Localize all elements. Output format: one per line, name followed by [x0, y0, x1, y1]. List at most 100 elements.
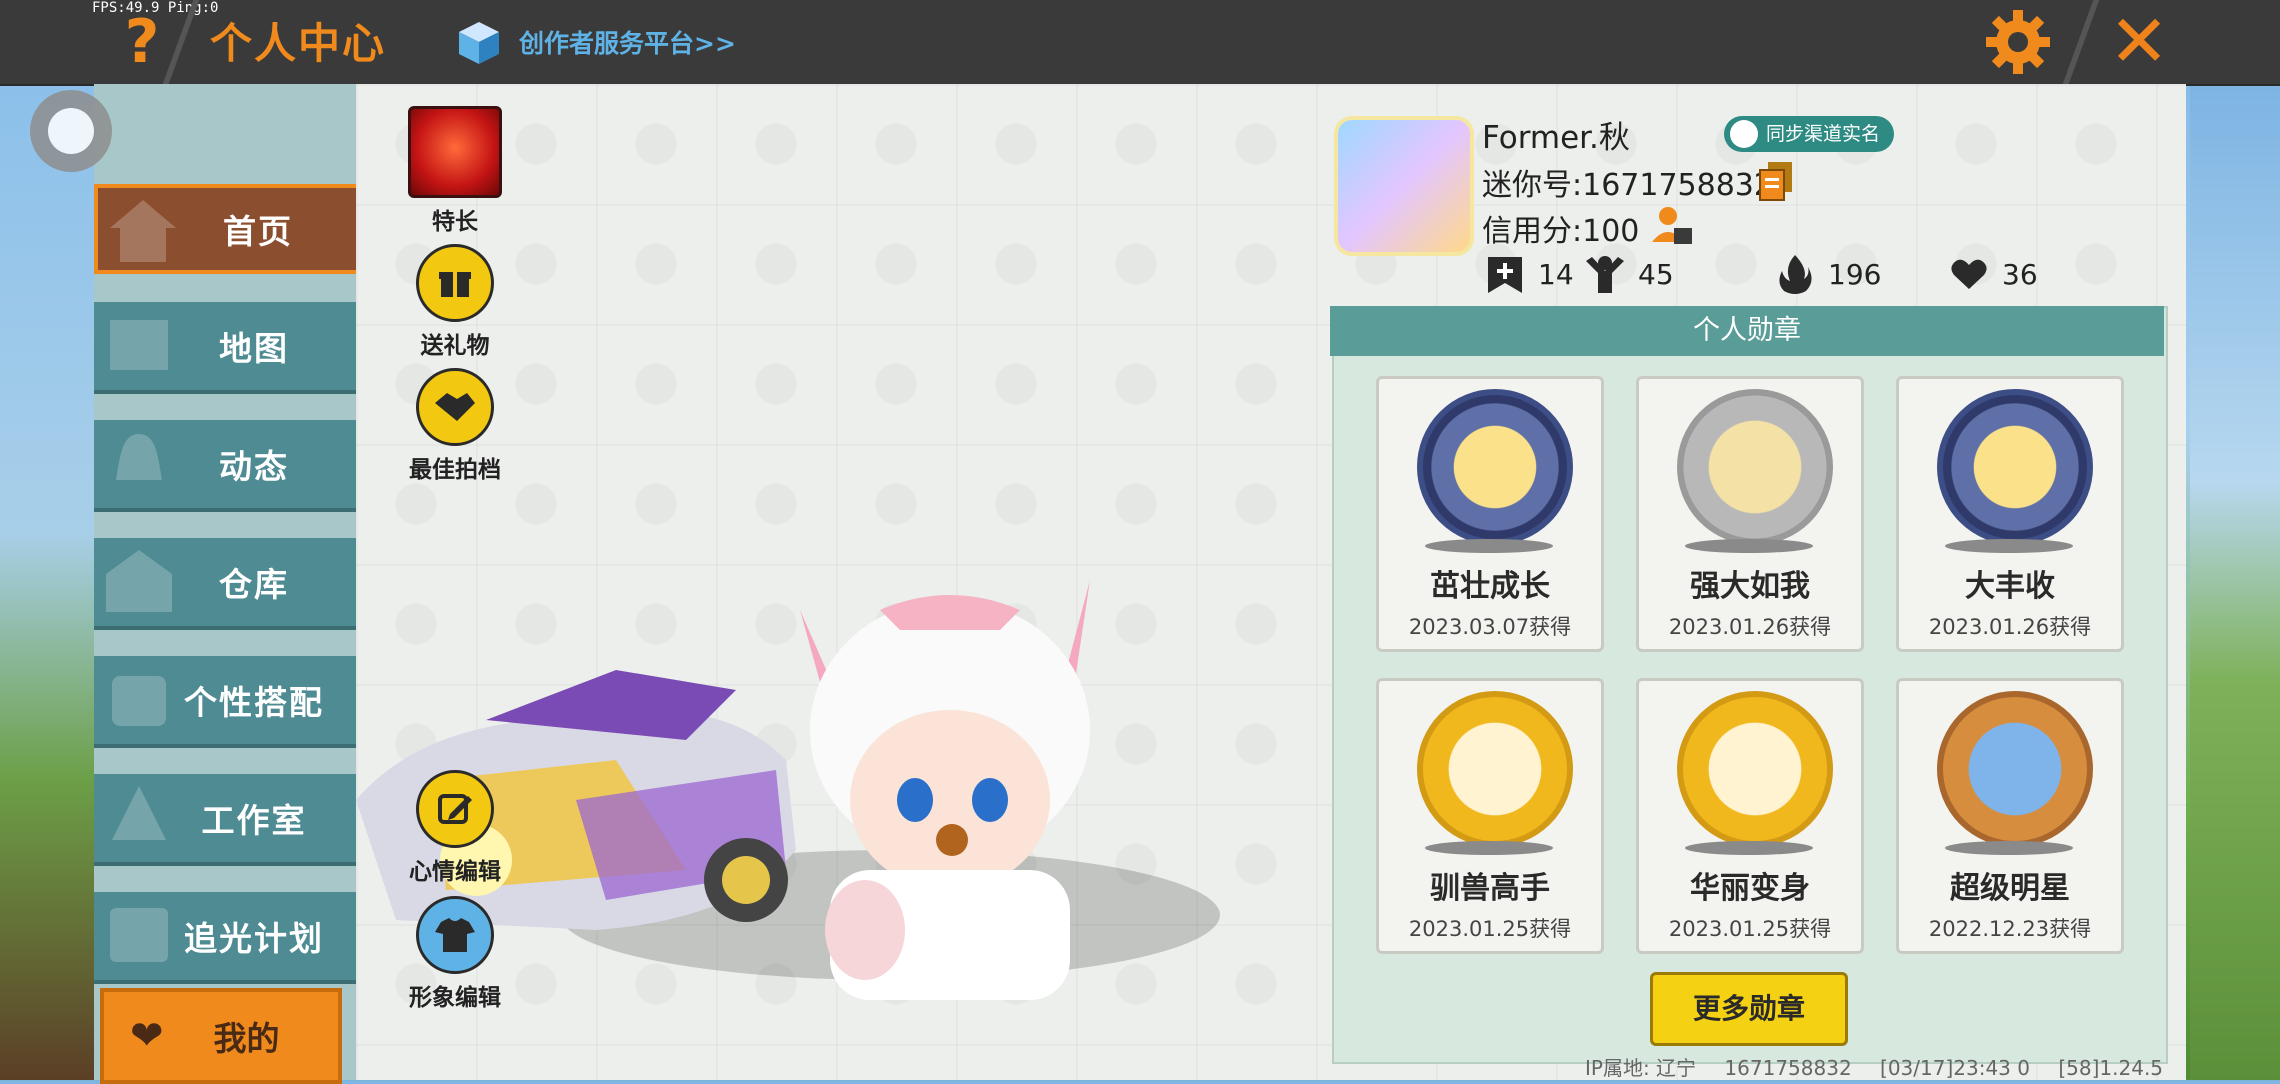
medal-name: 茁壮成长 [1430, 569, 1550, 604]
sidebar-item-activity[interactable]: 动态 [94, 420, 356, 512]
footer-info: IP属地: 辽宁 1671758832 [03/17]23:43 0 [58]1… [1585, 1052, 2185, 1081]
credit-icon[interactable] [1650, 204, 1694, 248]
sidebar-item-label: 地图 [219, 329, 289, 368]
map-icon [110, 320, 168, 370]
medal-date: 2022.12.23获得 [1928, 917, 2092, 941]
popularity-count: 196 [1774, 252, 1881, 296]
medal-shadow [1685, 841, 1813, 855]
copy-icon[interactable] [1758, 160, 1794, 202]
medal-name: 超级明星 [1950, 871, 2070, 906]
sidebar-item-home[interactable]: 首页 [94, 184, 364, 274]
handshake-icon [416, 368, 494, 446]
fans-icon [1586, 256, 1624, 293]
send-gift-label: 送礼物 [420, 333, 490, 359]
player-name: Former.秋 [1482, 120, 1630, 156]
more-medals-button[interactable]: 更多勋章 [1650, 972, 1848, 1046]
sidebar-item-label: 动态 [219, 447, 289, 486]
sidebar-item-warehouse[interactable]: 仓库 [94, 538, 356, 630]
medal-icon [1417, 389, 1573, 545]
medal-shadow [1425, 539, 1553, 553]
sidebar-item-label: 追光计划 [184, 919, 324, 958]
medal-icon [1937, 691, 2093, 847]
popularity-value: 196 [1828, 257, 1882, 291]
sidebar-item-label: 首页 [223, 212, 293, 251]
background-scenery-right [2190, 84, 2280, 1080]
sidebar-item-map[interactable]: 地图 [94, 302, 356, 394]
medal-icon [1677, 691, 1833, 847]
talent-label: 特长 [432, 209, 478, 235]
gift-icon [416, 244, 494, 322]
add-friend-icon [1488, 257, 1522, 293]
footer-time: [03/17]23:43 0 [1880, 1056, 2030, 1080]
friends-value: 14 [1538, 257, 1574, 291]
cube-icon [459, 22, 499, 64]
mood-edit-button[interactable]: 心情编辑 [390, 770, 520, 886]
medal-card[interactable]: 超级明星 2022.12.23获得 [1896, 678, 2124, 954]
avatar[interactable] [1334, 116, 1474, 256]
sync-realname-label: 同步渠道实名 [1766, 123, 1881, 145]
sidebar-item-label: 我的 [213, 1019, 280, 1058]
creator-platform-link[interactable]: 创作者服务平台>> [455, 14, 736, 70]
medal-icon [1937, 389, 2093, 545]
medal-date: 2023.01.26获得 [1668, 615, 1832, 639]
fans-count[interactable]: 45 [1584, 252, 1674, 296]
medal-card[interactable]: 茁壮成长 2023.03.07获得 [1376, 376, 1604, 652]
medal-shadow [1945, 539, 2073, 553]
floating-toggle-button[interactable] [30, 90, 112, 172]
edit-icon [416, 770, 494, 848]
hearts-icon [1951, 259, 1987, 289]
background-scenery-left [0, 84, 100, 1080]
light-plan-icon [110, 908, 168, 962]
medal-name: 华丽变身 [1690, 871, 1810, 906]
medal-card[interactable]: 大丰收 2023.01.26获得 [1896, 376, 2124, 652]
medal-card[interactable]: 驯兽高手 2023.01.25获得 [1376, 678, 1604, 954]
medal-shadow [1425, 841, 1553, 855]
outfit-icon [112, 676, 166, 726]
gear-icon[interactable] [1982, 6, 2054, 78]
sync-realname-badge[interactable]: 同步渠道实名 [1724, 116, 1895, 152]
medal-date: 2023.03.07获得 [1408, 615, 1572, 639]
best-partner-label: 最佳拍档 [409, 457, 501, 483]
sidebar-item-studio[interactable]: 工作室 [94, 774, 356, 866]
close-icon[interactable]: ✕ [2102, 4, 2176, 78]
fans-value: 45 [1638, 257, 1674, 291]
medal-name: 驯兽高手 [1430, 871, 1550, 906]
medal-date: 2023.01.25获得 [1408, 917, 1572, 941]
studio-icon [112, 786, 166, 840]
warehouse-icon [106, 550, 172, 612]
medal-shadow [1945, 841, 2073, 855]
creator-platform-label: 创作者服务平台>> [519, 29, 736, 58]
top-bar: FPS:49.9 Ping:0 ? 个人中心 创作者服务平台>> ✕ [0, 0, 2280, 86]
credit-score: 信用分:100 [1482, 214, 1640, 249]
sidebar-item-mine[interactable]: ❤ 我的 [100, 988, 342, 1084]
medal-card[interactable]: 华丽变身 2023.01.25获得 [1636, 678, 1864, 954]
page-title: 个人中心 [210, 19, 387, 68]
house-icon [110, 200, 176, 262]
sidebar-item-light-plan[interactable]: 追光计划 [94, 892, 356, 984]
medal-card[interactable]: 强大如我 2023.01.26获得 [1636, 376, 1864, 652]
fire-icon [1779, 255, 1812, 294]
medal-name: 强大如我 [1690, 569, 1810, 604]
player-avatar [800, 580, 1090, 1000]
medal-name: 大丰收 [1965, 569, 2055, 604]
friends-count[interactable]: 14 [1484, 252, 1574, 296]
image-edit-button[interactable]: 形象编辑 [390, 896, 520, 1012]
medal-shadow [1685, 539, 1813, 553]
divider [2062, 0, 2100, 84]
sidebar-item-label: 工作室 [201, 801, 307, 840]
talent-button[interactable]: 特长 [390, 106, 520, 236]
help-icon[interactable]: ? [112, 8, 172, 76]
medal-panel-title: 个人勋章 [1330, 306, 2164, 356]
medal-date: 2023.01.25获得 [1668, 917, 1832, 941]
medal-icon [1677, 389, 1833, 545]
likes-value: 36 [2002, 257, 2038, 291]
ip-location: IP属地: 辽宁 [1585, 1056, 1697, 1080]
bell-icon [116, 434, 162, 480]
user-icon [1730, 120, 1758, 148]
likes-count: 36 [1948, 252, 2038, 296]
sidebar-item-label: 个性搭配 [184, 683, 324, 722]
medal-date: 2023.01.26获得 [1928, 615, 2092, 639]
send-gift-button[interactable]: 送礼物 [390, 244, 520, 360]
best-partner-button[interactable]: 最佳拍档 [390, 368, 520, 484]
sidebar-item-outfit[interactable]: 个性搭配 [94, 656, 356, 748]
